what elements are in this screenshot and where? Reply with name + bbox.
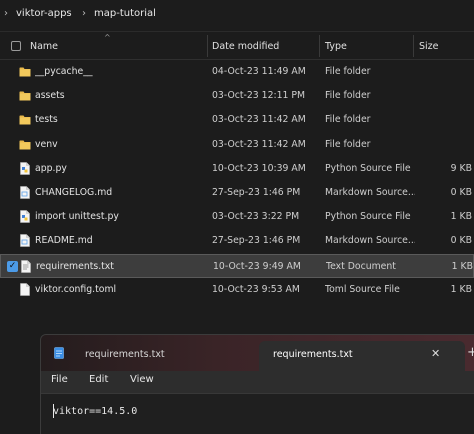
file-type: Markdown Source... (325, 235, 415, 247)
notepad-menu-bar: File Edit View (41, 371, 474, 393)
file-row[interactable]: README.md 27-Sep-23 1:46 PM Markdown Sourc… (0, 229, 474, 253)
breadcrumb-item-map-tutorial[interactable]: map-tutorial (94, 8, 156, 19)
file-name[interactable]: viktor.config.toml (35, 284, 205, 295)
file-name[interactable]: import unittest.py (35, 211, 205, 222)
notepad-tab-bar: requirements.txt requirements.txt ✕ + (41, 335, 474, 371)
new-tab-icon[interactable]: + (467, 345, 474, 360)
file-row[interactable]: ✓ requirements.txt 10-Oct-23 9:49 AM Text D… (0, 253, 474, 278)
chevron-right-icon[interactable]: › (82, 8, 86, 19)
file-row[interactable]: CHANGELOG.md 27-Sep-23 1:46 PM Markdown So… (0, 181, 474, 205)
file-row[interactable]: tests 03-Oct-23 11:42 AM File folder (0, 108, 474, 132)
editor-content[interactable]: viktor==14.5.0 (53, 406, 137, 417)
file-name[interactable]: app.py (35, 163, 205, 174)
file-type: File folder (325, 138, 371, 150)
file-date: 27-Sep-23 1:46 PM (212, 186, 301, 198)
chevron-right-icon[interactable]: › (4, 8, 8, 19)
menu-edit[interactable]: Edit (89, 374, 108, 385)
file-name[interactable]: README.md (35, 235, 205, 246)
file-name[interactable]: assets (35, 90, 205, 101)
select-all-checkbox[interactable] (11, 41, 21, 51)
file-row[interactable]: venv 03-Oct-23 11:42 AM File folder (0, 133, 474, 157)
menu-view[interactable]: View (130, 374, 154, 385)
file-type: File folder (325, 66, 371, 77)
file-type: Toml Source File (325, 283, 400, 295)
address-bar: › viktor-apps › map-tutorial (0, 0, 474, 32)
column-date-header[interactable]: Date modified (212, 41, 279, 52)
file-row[interactable]: __pycache__ 04-Oct-23 11:49 AM File folder (0, 60, 474, 84)
breadcrumb-item-viktor-apps[interactable]: viktor-apps (16, 8, 72, 19)
file-type: File folder (325, 90, 371, 102)
column-type-header[interactable]: Type (325, 41, 347, 52)
notepad-editor[interactable]: viktor==14.5.0 (41, 393, 474, 434)
column-header: ^ Name Date modified Type Size (0, 32, 474, 60)
file-date: 03-Oct-23 12:11 PM (212, 90, 306, 102)
file-size: 9 KB (450, 162, 472, 174)
tab-requirements-active[interactable]: requirements.txt ✕ (259, 341, 465, 371)
sort-up-icon: ^ (104, 33, 111, 42)
file-name[interactable]: tests (35, 114, 205, 125)
column-size-header[interactable]: Size (419, 41, 439, 52)
row-checkbox-checked[interactable]: ✓ (7, 260, 18, 272)
file-list: __pycache__ 04-Oct-23 11:49 AM File folder… (0, 60, 474, 302)
file-size: 1 KB (451, 260, 473, 272)
tab-title: requirements.txt (273, 349, 353, 360)
column-divider[interactable] (413, 35, 414, 57)
menu-file[interactable]: File (51, 374, 68, 385)
file-row[interactable]: assets 03-Oct-23 12:11 PM File folder (0, 84, 474, 108)
file-type: File folder (325, 114, 371, 126)
file-size: 0 KB (450, 235, 472, 247)
file-date: 10-Oct-23 9:49 AM (213, 260, 301, 272)
file-size: 0 KB (450, 186, 472, 198)
file-row[interactable]: app.py 10-Oct-23 10:39 AM Python Source Fi… (0, 157, 474, 181)
file-date: 10-Oct-23 10:39 AM (212, 162, 306, 174)
file-date: 03-Oct-23 3:22 PM (212, 211, 300, 223)
file-name[interactable]: venv (35, 139, 205, 150)
close-tab-icon[interactable]: ✕ (431, 347, 440, 360)
file-type: Python Source File (325, 162, 411, 174)
file-type: Python Source File (325, 211, 411, 223)
file-date: 10-Oct-23 9:53 AM (212, 283, 300, 295)
file-row[interactable]: viktor.config.toml 10-Oct-23 9:53 AM Toml … (0, 278, 474, 302)
column-divider[interactable] (207, 35, 208, 57)
notepad-app-icon (54, 347, 64, 359)
file-date: 04-Oct-23 11:49 AM (212, 66, 306, 77)
column-divider[interactable] (319, 35, 320, 57)
file-name[interactable]: requirements.txt (36, 261, 206, 272)
file-date: 03-Oct-23 11:42 AM (212, 138, 306, 150)
file-date: 03-Oct-23 11:42 AM (212, 114, 306, 126)
file-type: Markdown Source... (325, 186, 415, 198)
file-name[interactable]: __pycache__ (35, 66, 205, 77)
file-date: 27-Sep-23 1:46 PM (212, 235, 301, 247)
column-name-header[interactable]: Name (30, 41, 58, 52)
file-name[interactable]: CHANGELOG.md (35, 187, 205, 198)
file-type: Text Document (326, 260, 396, 272)
file-size: 1 KB (450, 211, 472, 223)
file-size: 1 KB (450, 283, 472, 295)
notepad-window: requirements.txt requirements.txt ✕ + Fi… (40, 334, 474, 434)
file-row[interactable]: import unittest.py 03-Oct-23 3:22 PM Pytho… (0, 205, 474, 229)
tab-requirements-inactive[interactable]: requirements.txt (85, 349, 165, 360)
